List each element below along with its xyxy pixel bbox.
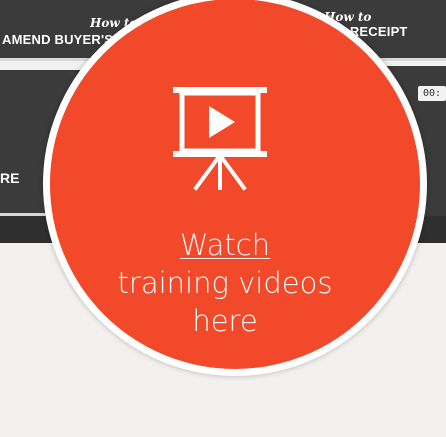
video-projector-icon xyxy=(173,87,267,191)
video-time-badge: 00: xyxy=(418,86,446,101)
here-text: here xyxy=(192,304,258,338)
tile-caption: RE xyxy=(0,170,20,186)
watch-link[interactable]: Watch xyxy=(180,228,270,262)
training-videos-text: training videos xyxy=(117,266,333,300)
tile-title: AMEND BUYER'S xyxy=(2,32,114,47)
watch-training-videos-text: Watch training videos here xyxy=(110,226,340,340)
